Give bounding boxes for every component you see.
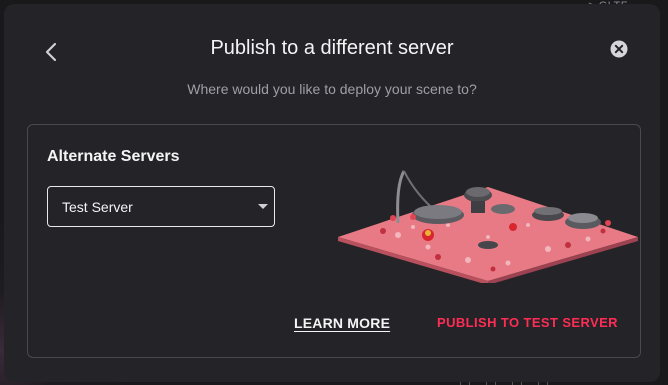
alternate-servers-panel: Alternate Servers Test Server LEARN MORE… xyxy=(27,124,641,358)
server-select[interactable]: Test Server xyxy=(47,186,275,227)
server-select-value: Test Server xyxy=(62,199,133,215)
close-button[interactable] xyxy=(610,40,628,58)
dialog-subtitle: Where would you like to deploy your scen… xyxy=(187,81,477,97)
panel-heading: Alternate Servers xyxy=(47,148,180,165)
dialog-title: Publish to a different server xyxy=(210,37,454,59)
publish-to-test-server-button[interactable]: PUBLISH TO TEST SERVER xyxy=(437,315,618,330)
scene-preview-image xyxy=(338,170,638,283)
learn-more-link[interactable]: LEARN MORE xyxy=(294,315,390,331)
publish-dialog: Publish to a different server Where woul… xyxy=(4,4,660,382)
caret-down-icon xyxy=(258,204,268,209)
close-circle-icon xyxy=(610,40,628,58)
